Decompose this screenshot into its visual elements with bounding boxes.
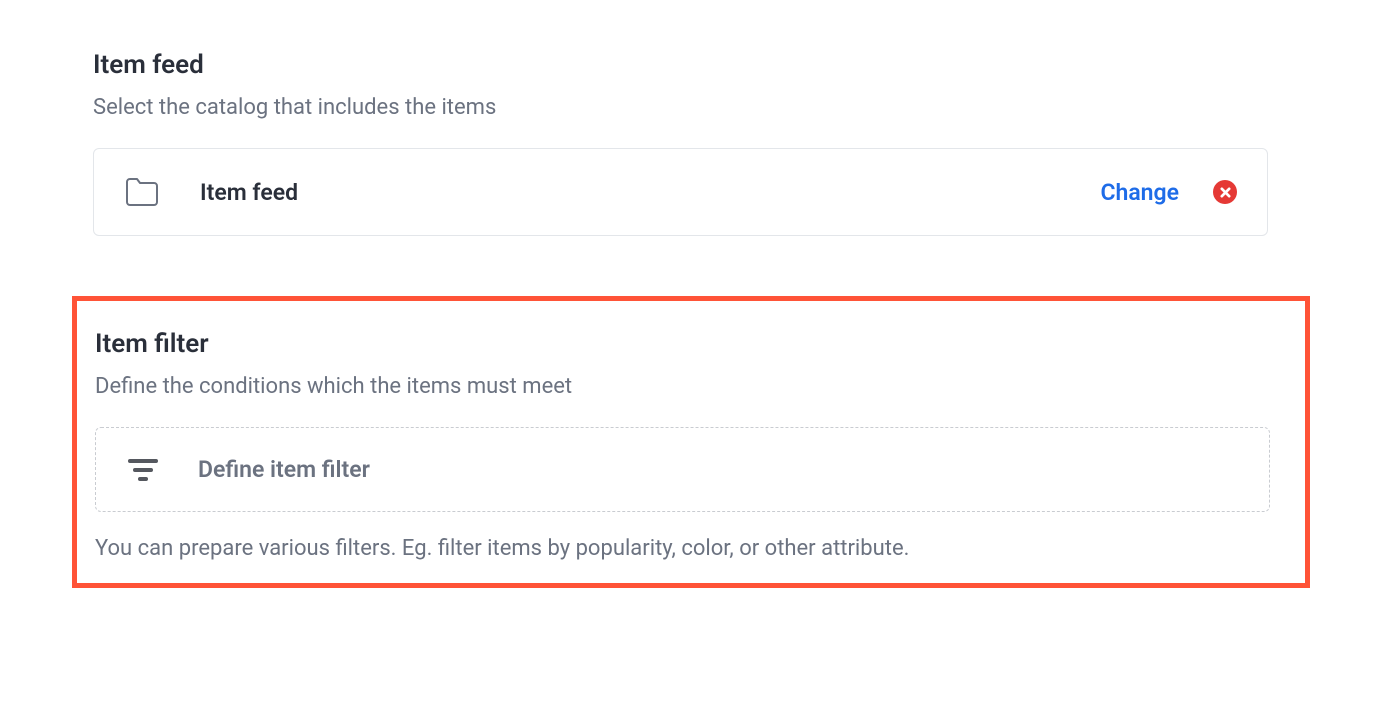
define-item-filter-button[interactable]: Define item filter (95, 427, 1270, 512)
item-filter-title: Item filter (95, 329, 1287, 359)
remove-feed-button[interactable] (1213, 180, 1237, 204)
item-filter-highlight: Item filter Define the conditions which … (72, 296, 1310, 588)
define-item-filter-label: Define item filter (198, 456, 370, 483)
change-button[interactable]: Change (1100, 179, 1179, 206)
item-filter-hint: You can prepare various filters. Eg. fil… (95, 536, 1287, 561)
item-feed-title: Item feed (93, 50, 1266, 80)
item-feed-subtitle: Select the catalog that includes the ite… (93, 95, 1266, 120)
folder-icon (124, 177, 160, 207)
item-feed-selection-box: Item feed Change (93, 148, 1268, 236)
item-feed-section: Item feed Select the catalog that includ… (93, 50, 1266, 236)
filter-icon (126, 457, 160, 483)
selected-feed-name: Item feed (200, 179, 1100, 206)
item-filter-subtitle: Define the conditions which the items mu… (95, 374, 1287, 399)
